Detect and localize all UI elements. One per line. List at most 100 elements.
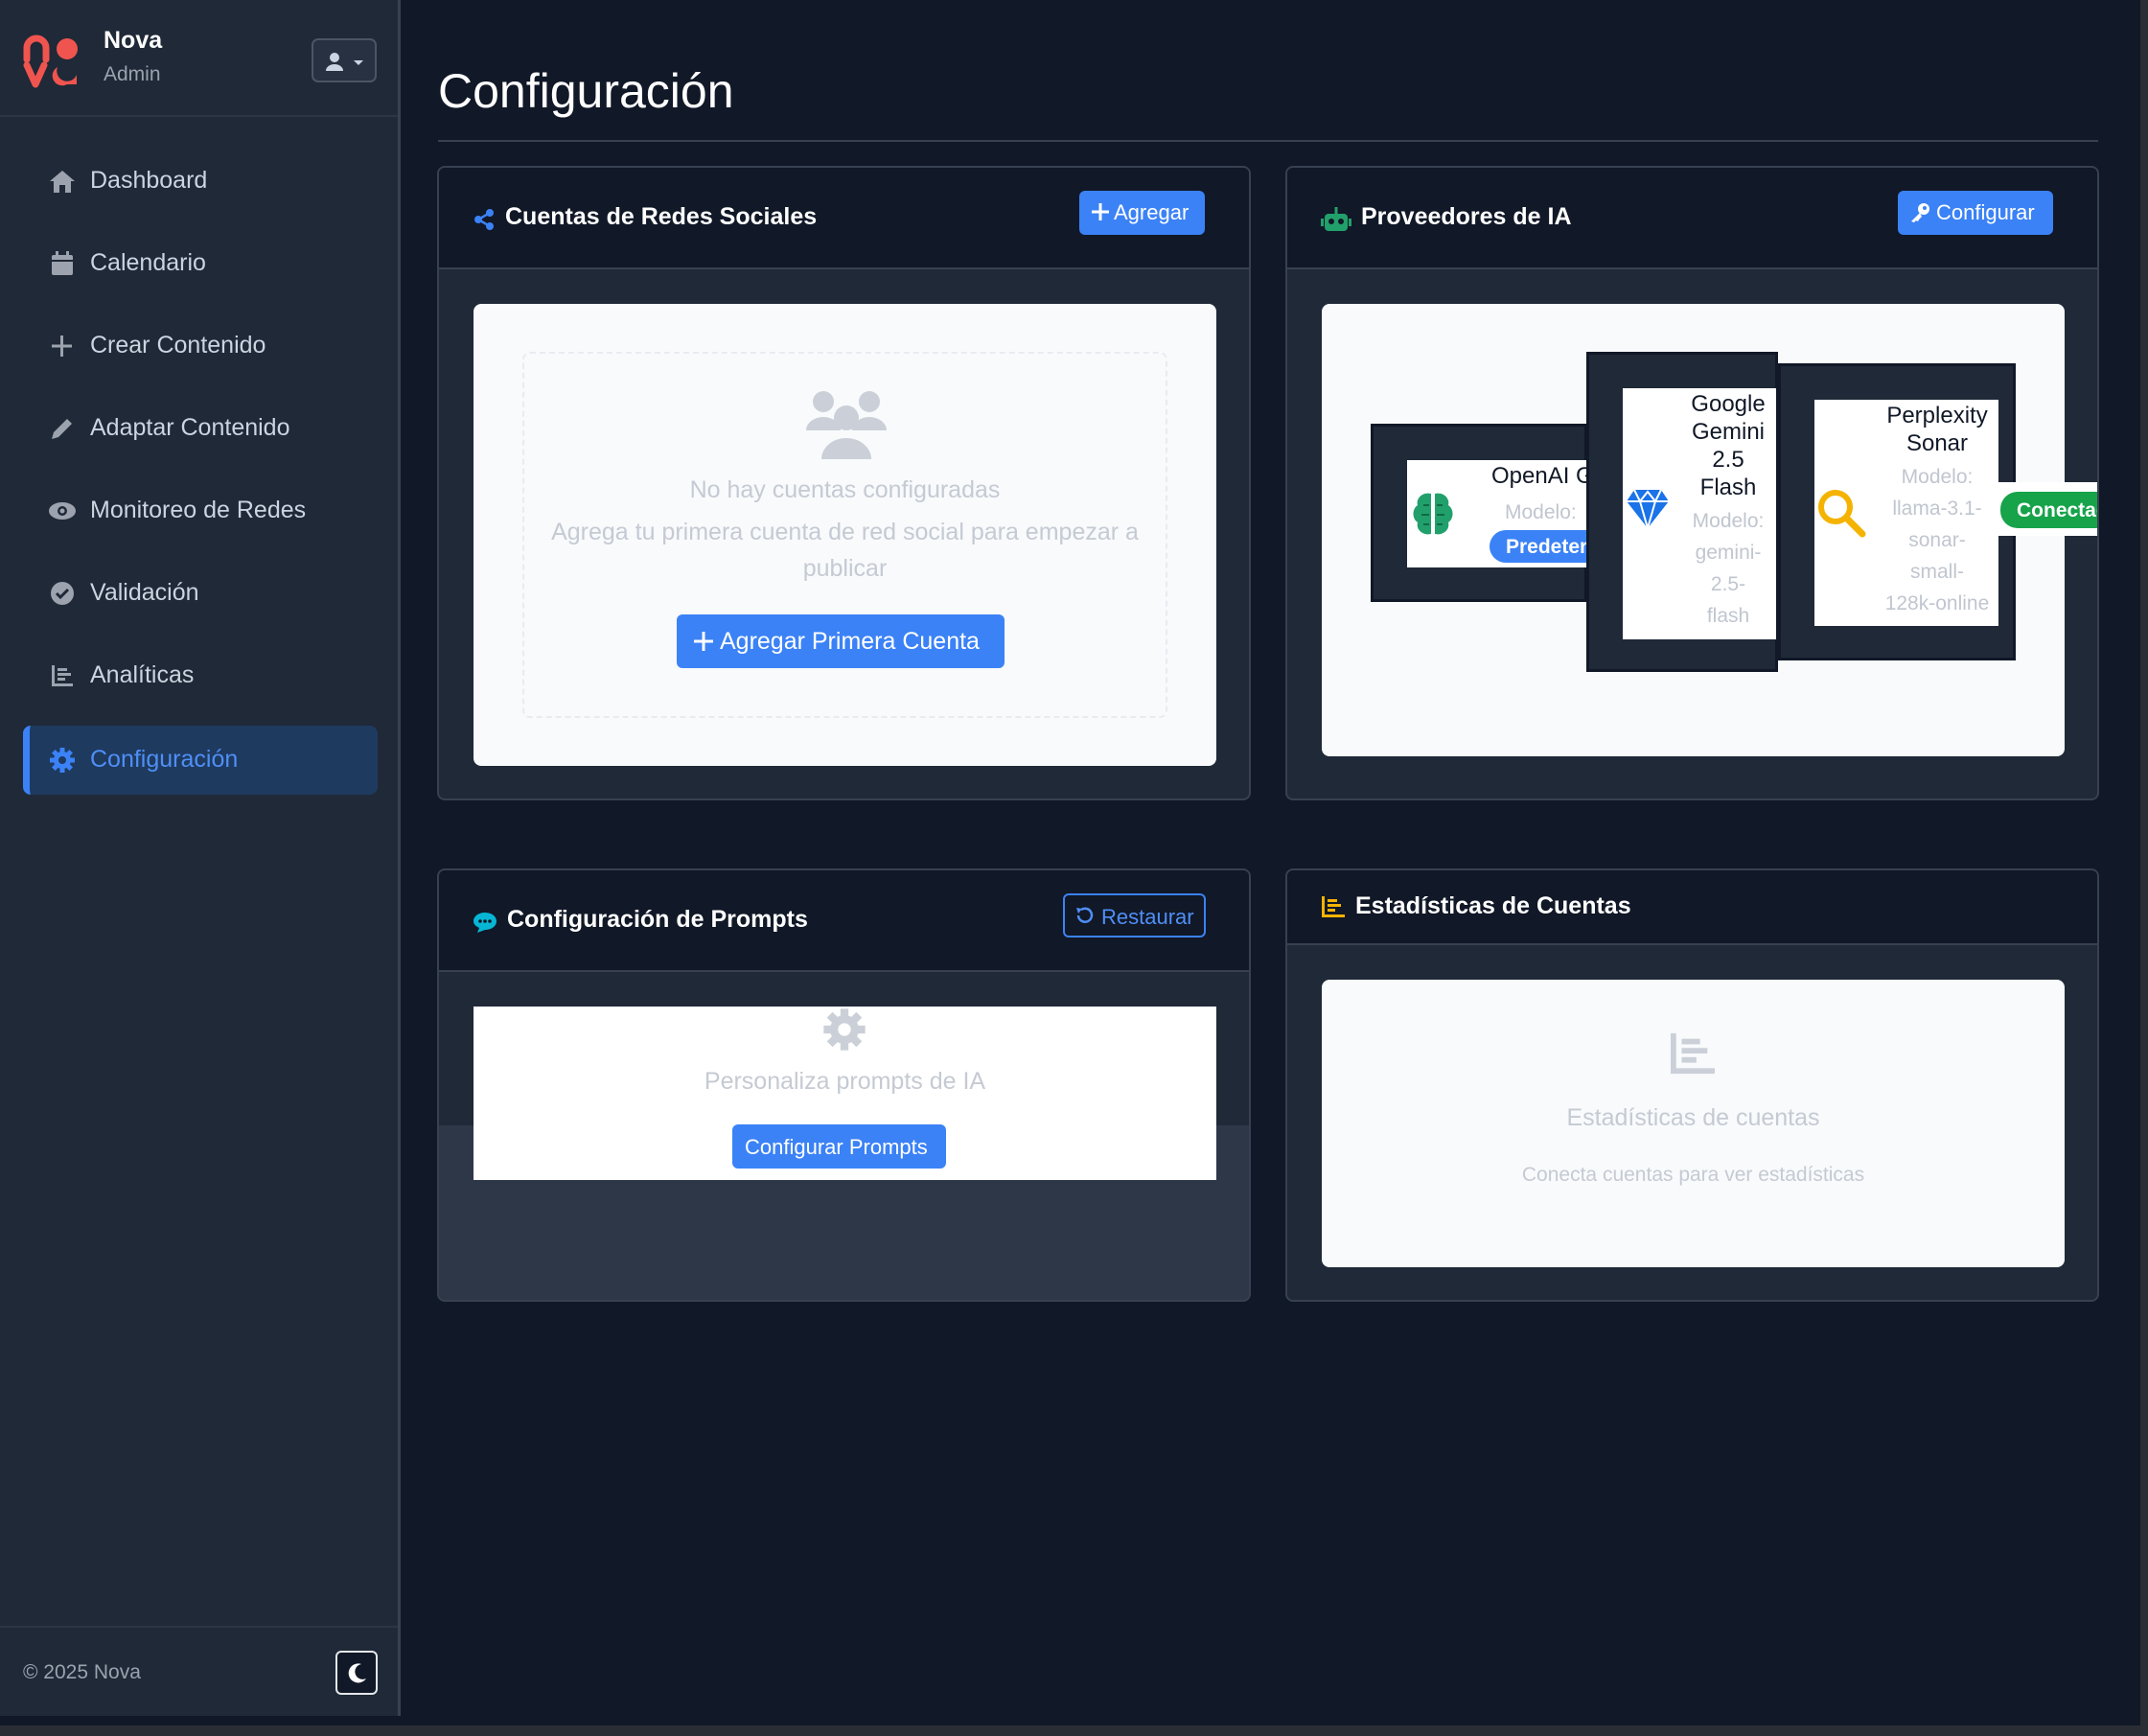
stats-empty-panel: Estadísticas de cuentas Conecta cuentas … — [1322, 980, 2065, 1267]
name-line: Flash — [1699, 475, 1757, 500]
model-line: llama-3.1- — [1892, 498, 1982, 520]
empty-state-title: No hay cuentas configuradas — [689, 476, 1001, 503]
name-line: Gemini — [1691, 419, 1766, 445]
name-line: Perplexity — [1886, 403, 1988, 428]
nav-crear-contenido[interactable]: Crear Contenido — [23, 312, 378, 381]
gem-icon — [1627, 489, 1669, 530]
brand-header: Nova Admin — [0, 0, 398, 117]
button-label: Restaurar — [1101, 905, 1194, 929]
app-window: Nova Admin Dashboard Calendario Crear Co… — [0, 0, 2140, 1725]
prompts-description: Personaliza prompts de IA — [704, 1068, 986, 1095]
nav-label: Dashboard — [90, 167, 208, 194]
button-label: Configurar Prompts — [745, 1135, 928, 1159]
provider-card-gemini[interactable]: Google Gemini 2.5 Flash Modelo: gemini- … — [1586, 352, 1778, 672]
nova-logo — [23, 35, 78, 88]
nav-label: Monitoreo de Redes — [90, 497, 307, 523]
stats-empty-desc: Conecta cuentas para ver estadísticas — [1521, 1164, 1865, 1186]
divider — [438, 140, 2098, 142]
provider-card-perplexity[interactable]: Perplexity Sonar Modelo: llama-3.1- sona… — [1778, 363, 2016, 660]
card-title: Proveedores de IA — [1361, 203, 1572, 230]
chat-bubble-icon — [473, 913, 497, 933]
model-line: Modelo: — [1901, 466, 1974, 488]
key-icon — [1911, 203, 1929, 222]
brand-name: Nova — [104, 27, 163, 54]
name-line: Google — [1691, 391, 1766, 417]
model-line: gemini- — [1695, 542, 1762, 564]
sidebar-footer: © 2025 Nova — [0, 1626, 398, 1716]
empty-state-desc-line2: publicar — [802, 555, 888, 582]
card-title: Cuentas de Redes Sociales — [505, 203, 818, 230]
user-role: Admin — [104, 63, 161, 85]
user-icon — [326, 53, 363, 71]
users-icon — [806, 391, 887, 459]
home-icon — [50, 171, 75, 193]
model-line: 128k-online — [1884, 592, 1990, 614]
add-first-account-button[interactable]: Agregar Primera Cuenta — [677, 614, 1005, 668]
check-circle-icon — [51, 582, 74, 605]
nav-dashboard[interactable]: Dashboard — [23, 147, 378, 216]
nav-monitoreo-de-redes[interactable]: Monitoreo de Redes — [23, 476, 378, 545]
provider-card-openai[interactable]: OpenAI G Modelo: Predeter — [1371, 424, 1587, 602]
nav-adaptar-contenido[interactable]: Adaptar Contenido — [23, 394, 378, 463]
moon-icon — [348, 1663, 366, 1683]
theme-toggle-button[interactable] — [335, 1651, 378, 1695]
providers-panel: OpenAI G Modelo: Predeter Google Gemini … — [1322, 304, 2097, 756]
configure-ai-button[interactable]: Configurar — [1898, 191, 2053, 235]
provider-name: OpenAI G — [1491, 463, 1587, 489]
chart-icon — [1671, 1032, 1715, 1075]
model-line: Modelo: — [1692, 510, 1765, 532]
nav-label: Adaptar Contenido — [90, 414, 290, 441]
user-menu-button[interactable] — [312, 38, 377, 82]
card-header: Estadísticas de Cuentas — [1287, 870, 2097, 945]
empty-state-panel: No hay cuentas configuradas Agrega tu pr… — [473, 304, 1216, 766]
prompts-card: Configuración de Prompts Restaurar Perso… — [437, 868, 1251, 1302]
nav-configuracion[interactable]: Configuración — [23, 726, 378, 795]
chart-icon — [52, 665, 73, 686]
provider-name: Google Gemini 2.5 Flash — [1682, 390, 1774, 501]
nav-label: Validación — [90, 579, 199, 606]
provider-default-badge: Predeter — [1490, 530, 1587, 563]
empty-state-box: No hay cuentas configuradas Agrega tu pr… — [522, 352, 1167, 718]
brain-icon — [1413, 493, 1453, 535]
button-label: Agregar Primera Cuenta — [720, 628, 980, 655]
card-header: Configuración de Prompts Restaurar — [439, 870, 1249, 972]
name-line: 2.5 — [1712, 447, 1744, 473]
model-line: flash — [1706, 605, 1750, 627]
nav-label: Crear Contenido — [90, 332, 266, 359]
card-title: Estadísticas de Cuentas — [1355, 892, 1631, 919]
provider-content: Google Gemini 2.5 Flash Modelo: gemini- … — [1623, 388, 1776, 639]
sidebar: Nova Admin Dashboard Calendario Crear Co… — [0, 0, 401, 1716]
robot-icon — [1321, 207, 1351, 231]
restore-prompts-button[interactable]: Restaurar — [1063, 893, 1206, 937]
share-icon — [474, 209, 494, 230]
configure-prompts-button[interactable]: Configurar Prompts — [732, 1124, 946, 1169]
stats-empty-title: Estadísticas de cuentas — [1566, 1104, 1820, 1131]
undo-icon — [1076, 907, 1094, 923]
gear-icon — [50, 748, 75, 773]
badge-label: Conectado — [2017, 499, 2097, 521]
nav-validacion[interactable]: Validación — [23, 559, 378, 628]
nav-analiticas[interactable]: Analíticas — [23, 641, 378, 710]
nav-label: Analíticas — [90, 661, 195, 688]
badge-label: Predeter — [1506, 536, 1587, 558]
page-title: Configuración — [438, 64, 734, 118]
chart-icon — [1322, 896, 1345, 917]
social-accounts-card: Cuentas de Redes Sociales Agregar No hay… — [437, 166, 1251, 800]
nav-label: Calendario — [90, 249, 206, 276]
name-line: Sonar — [1905, 430, 1969, 456]
card-title: Configuración de Prompts — [507, 906, 808, 933]
model-line: sonar- — [1908, 529, 1966, 551]
pencil-icon — [52, 419, 72, 439]
copyright-text: © 2025 Nova — [23, 1661, 141, 1683]
magnifier-icon — [1818, 490, 1866, 538]
nav-calendario[interactable]: Calendario — [23, 229, 378, 298]
provider-content: Perplexity Sonar Modelo: llama-3.1- sona… — [1814, 400, 1998, 626]
provider-content: OpenAI G Modelo: Predeter — [1407, 460, 1587, 567]
ai-providers-card: Proveedores de IA Configurar OpenAI G Mo… — [1285, 166, 2099, 800]
gear-icon — [823, 1008, 866, 1051]
plus-icon — [694, 632, 713, 651]
provider-model: Modelo: — [1505, 501, 1577, 523]
prompts-panel: Personaliza prompts de IA Configurar Pro… — [473, 1007, 1216, 1180]
calendar-icon — [52, 251, 73, 275]
add-account-button[interactable]: Agregar — [1079, 191, 1205, 235]
